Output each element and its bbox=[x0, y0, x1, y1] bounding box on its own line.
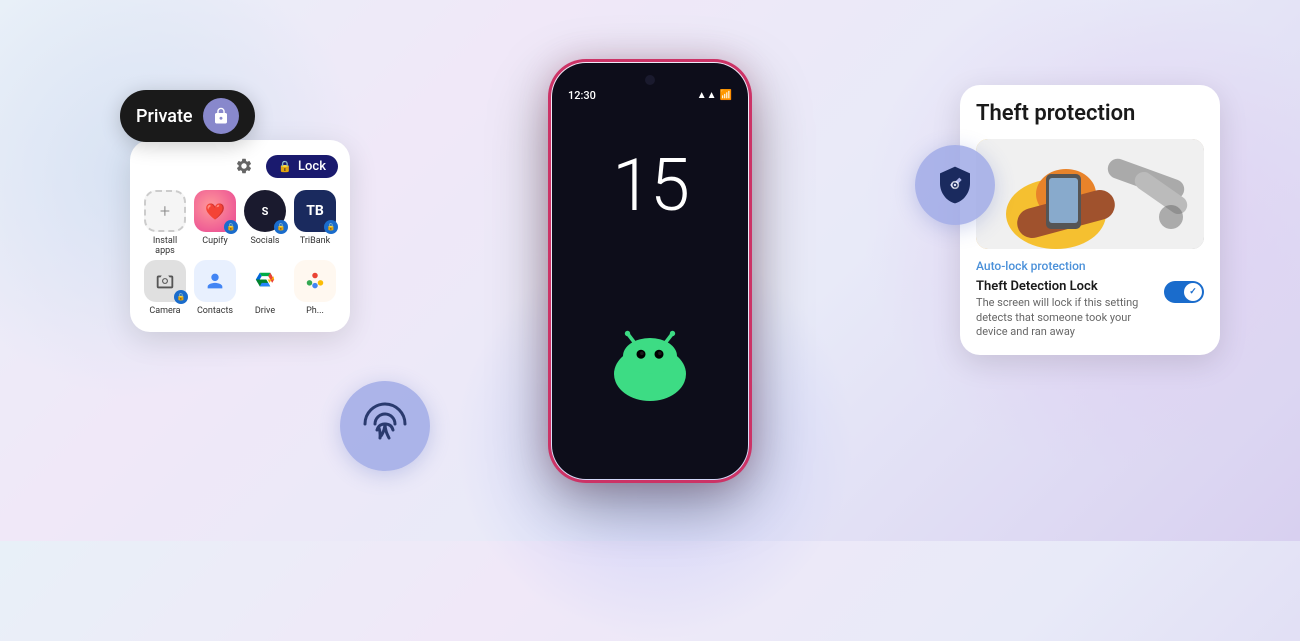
phone: 12:30 ▲▲ 📶 15 bbox=[550, 61, 750, 481]
lock-button[interactable]: 🔒 Lock bbox=[266, 155, 338, 178]
wifi-icon: 📶 bbox=[720, 90, 732, 101]
tribank-label: TriBank bbox=[300, 236, 330, 246]
theft-protection-card: Theft protection Auto-lock protection Th… bbox=[960, 85, 1220, 355]
phone-camera bbox=[645, 75, 655, 85]
app-camera[interactable]: 🔒 Camera bbox=[142, 260, 188, 316]
theft-detection-row: Theft Detection Lock The screen will loc… bbox=[976, 279, 1204, 339]
phone-time: 12:30 bbox=[568, 89, 596, 102]
socials-icon: S 🔒 bbox=[244, 190, 286, 232]
gear-icon bbox=[235, 157, 253, 175]
private-lock-circle bbox=[203, 98, 239, 134]
android-mascot bbox=[605, 329, 695, 399]
contacts-icon bbox=[194, 260, 236, 302]
app-grid-card: 🔒 Lock + Install apps ❤️ 🔒 Cupify S 🔒 So… bbox=[130, 140, 350, 332]
signal-icon: ▲▲ bbox=[697, 90, 717, 101]
gear-button[interactable] bbox=[230, 152, 258, 180]
status-bar: 12:30 ▲▲ 📶 bbox=[552, 83, 748, 102]
drive-label: Drive bbox=[255, 306, 275, 316]
app-cupify[interactable]: ❤️ 🔒 Cupify bbox=[192, 190, 238, 256]
toggle-knob: ✓ bbox=[1184, 283, 1202, 301]
cupify-label: Cupify bbox=[202, 236, 227, 246]
fingerprint-icon bbox=[361, 402, 409, 450]
theft-image bbox=[976, 139, 1204, 249]
lock-icon bbox=[212, 107, 230, 125]
install-label: Install apps bbox=[142, 236, 188, 256]
drive-icon bbox=[244, 260, 286, 302]
shield-bubble bbox=[915, 145, 995, 225]
tribank-icon: TB 🔒 bbox=[294, 190, 336, 232]
theft-detection-desc: The screen will lock if this setting det… bbox=[976, 296, 1156, 339]
app-photos[interactable]: Ph... bbox=[292, 260, 338, 316]
socials-label: Socials bbox=[250, 236, 279, 246]
private-pill[interactable]: Private bbox=[120, 90, 255, 142]
camera-label: Camera bbox=[149, 306, 180, 316]
lock-btn-label: Lock bbox=[298, 159, 326, 174]
phone-icons: ▲▲ 📶 bbox=[697, 90, 732, 101]
app-tribank[interactable]: TB 🔒 TriBank bbox=[292, 190, 338, 256]
card-top-row: 🔒 Lock bbox=[142, 152, 338, 180]
contacts-label: Contacts bbox=[197, 306, 233, 316]
photos-label: Ph... bbox=[306, 306, 324, 316]
theft-detection-text: Theft Detection Lock The screen will loc… bbox=[976, 279, 1156, 339]
app-contacts[interactable]: Contacts bbox=[192, 260, 238, 316]
theft-detection-toggle[interactable]: ✓ bbox=[1164, 281, 1204, 303]
lock-btn-icon: 🔒 bbox=[278, 160, 292, 173]
theft-title: Theft protection bbox=[976, 101, 1204, 127]
toggle-check-icon: ✓ bbox=[1189, 287, 1197, 297]
theft-detection-title: Theft Detection Lock bbox=[976, 279, 1156, 294]
app-row-2: 🔒 Camera Contacts Drive Ph... bbox=[142, 260, 338, 316]
cupify-icon: ❤️ 🔒 bbox=[194, 190, 236, 232]
fingerprint-bubble bbox=[340, 381, 430, 471]
install-icon: + bbox=[144, 190, 186, 232]
private-label: Private bbox=[136, 106, 193, 127]
camera-icon: 🔒 bbox=[144, 260, 186, 302]
photos-icon bbox=[294, 260, 336, 302]
app-row-1: + Install apps ❤️ 🔒 Cupify S 🔒 Socials T… bbox=[142, 190, 338, 256]
app-socials[interactable]: S 🔒 Socials bbox=[242, 190, 288, 256]
shield-lock-icon bbox=[935, 165, 975, 205]
auto-lock-label: Auto-lock protection bbox=[976, 259, 1204, 273]
app-drive[interactable]: Drive bbox=[242, 260, 288, 316]
app-install[interactable]: + Install apps bbox=[142, 190, 188, 256]
phone-number: 15 bbox=[612, 143, 688, 228]
